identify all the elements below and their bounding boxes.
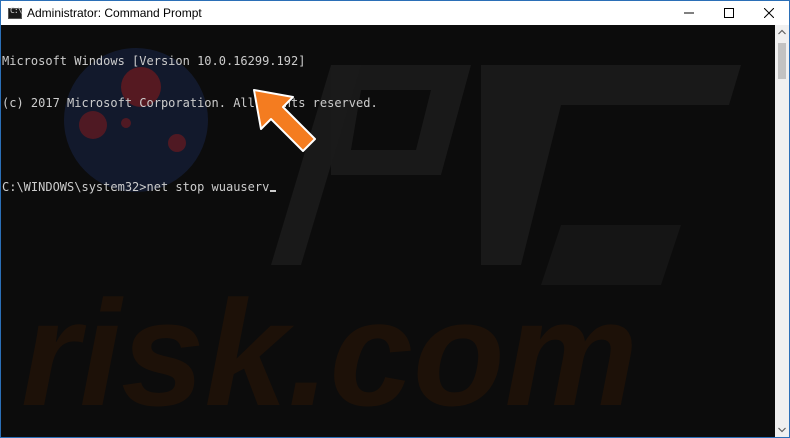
console-output: Microsoft Windows [Version 10.0.16299.19… bbox=[2, 26, 378, 222]
vertical-scrollbar[interactable] bbox=[775, 25, 789, 437]
maximize-icon bbox=[724, 8, 734, 18]
command-prompt-icon[interactable]: C:\ bbox=[8, 6, 22, 19]
chevron-up-icon bbox=[778, 29, 786, 35]
window-controls bbox=[669, 1, 789, 25]
arrow-pointer-icon bbox=[253, 89, 316, 152]
console-area[interactable]: risk.com Microsoft Windows [Version 10.0… bbox=[1, 25, 775, 437]
scrollbar-thumb[interactable] bbox=[778, 43, 786, 79]
close-icon bbox=[764, 8, 774, 18]
command-text: C:\WINDOWS\system32>net stop wuauserv bbox=[2, 180, 270, 194]
maximize-button[interactable] bbox=[709, 1, 749, 25]
watermark-text: risk.com bbox=[21, 269, 638, 437]
text-cursor bbox=[270, 190, 277, 192]
console-line: (c) 2017 Microsoft Corporation. All righ… bbox=[2, 96, 378, 110]
minimize-button[interactable] bbox=[669, 1, 709, 25]
minimize-icon bbox=[684, 12, 694, 14]
close-button[interactable] bbox=[749, 1, 789, 25]
scroll-up-button[interactable] bbox=[775, 25, 789, 39]
command-prompt-window: C:\ Administrator: Command Prompt risk.c… bbox=[0, 0, 790, 438]
chevron-down-icon bbox=[778, 427, 786, 433]
title-bar[interactable]: C:\ Administrator: Command Prompt bbox=[1, 1, 789, 25]
scroll-down-button[interactable] bbox=[775, 423, 789, 437]
command-line[interactable]: C:\WINDOWS\system32>net stop wuauserv bbox=[2, 180, 378, 194]
window-title: Administrator: Command Prompt bbox=[27, 6, 202, 20]
console-line: Microsoft Windows [Version 10.0.16299.19… bbox=[2, 54, 306, 68]
